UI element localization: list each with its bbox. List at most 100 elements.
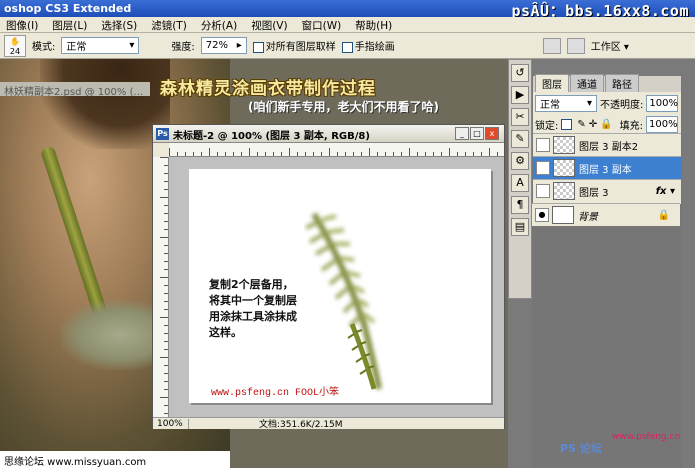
workspace-button[interactable]: 工作区 ▾ xyxy=(591,38,629,53)
clone-source-icon[interactable]: ⚙ xyxy=(511,152,529,170)
ruler-tick xyxy=(305,152,306,156)
ruler-tick xyxy=(164,293,168,294)
ruler-tick xyxy=(289,148,290,156)
vertical-ruler[interactable] xyxy=(153,157,169,417)
ruler-tick xyxy=(233,152,234,156)
strength-input[interactable]: 72% ▸ xyxy=(200,37,247,54)
background-document-tab[interactable]: 林妖精副本2.psd @ 100% (... xyxy=(0,82,150,96)
fx-icon[interactable]: fx ▾ xyxy=(656,186,675,197)
actions-icon[interactable]: ▶ xyxy=(511,86,529,104)
ruler-tick xyxy=(164,373,168,374)
footer-url: www.psfeng.cn xyxy=(612,432,681,442)
ruler-tick xyxy=(241,152,242,156)
ruler-tick xyxy=(417,152,418,156)
ruler-tick xyxy=(164,269,168,270)
ruler-tick xyxy=(164,341,168,342)
layer-name: 背景 xyxy=(578,211,598,223)
paragraph-icon[interactable]: ¶ xyxy=(511,196,529,214)
lock-position-icon[interactable]: ✛ xyxy=(589,119,597,130)
brushes-icon[interactable]: ✎ xyxy=(511,130,529,148)
ruler-tick xyxy=(164,189,168,190)
file-info[interactable]: 文档:351.6K/2.15M xyxy=(259,417,343,430)
layer-blend-row: 正常 ▾ 不透明度: 100% xyxy=(535,95,679,112)
layer-row-background[interactable]: ● 背景 🔒 xyxy=(532,203,680,226)
menu-image[interactable]: 图像(I) xyxy=(6,18,38,32)
document-viewport[interactable]: 复制2个层备用， 将其中一个复制层 用涂抹工具涂抹成 这样。 www.psfen… xyxy=(169,157,504,417)
bridge-icon[interactable] xyxy=(542,37,561,54)
history-icon[interactable]: ↺ xyxy=(511,64,529,82)
ruler-tick xyxy=(164,349,168,350)
menu-window[interactable]: 窗口(W) xyxy=(302,18,342,32)
palette-well-icon[interactable] xyxy=(566,37,585,54)
menu-filter[interactable]: 滤镜(T) xyxy=(151,18,187,32)
fill-input[interactable]: 100% xyxy=(645,116,678,133)
close-button[interactable]: x xyxy=(485,127,499,140)
ruler-tick xyxy=(257,152,258,156)
document-title-bar[interactable]: 未标题-2 @ 100% (图层 3 副本, RGB/8) xyxy=(153,125,504,143)
horizontal-ruler[interactable] xyxy=(169,143,504,157)
ruler-tick xyxy=(457,152,458,156)
ruler-tick xyxy=(169,148,170,156)
opacity-label: 不透明度: xyxy=(600,100,644,111)
minimize-button[interactable]: _ xyxy=(455,127,469,140)
ruler-tick xyxy=(313,152,314,156)
ruler-tick xyxy=(441,152,442,156)
ruler-tick xyxy=(489,148,490,156)
menu-view[interactable]: 视图(V) xyxy=(251,18,287,32)
lock-image-icon[interactable]: ✎ xyxy=(577,119,585,130)
menu-help[interactable]: 帮助(H) xyxy=(355,18,392,32)
chevron-right-icon: ▸ xyxy=(236,40,242,51)
eye-icon[interactable]: ● xyxy=(536,161,550,175)
blend-mode-select[interactable]: 正常 ▾ xyxy=(535,95,597,112)
visibility-toggle[interactable] xyxy=(536,138,550,152)
panel-scrollbar[interactable] xyxy=(682,59,695,468)
ruler-tick xyxy=(497,152,498,156)
tab-paths[interactable]: 路径 xyxy=(605,74,639,92)
fill-value: 100% xyxy=(648,119,678,130)
opacity-input[interactable]: 100% xyxy=(646,95,679,112)
fill-label: 填充: xyxy=(619,121,643,132)
brush-preset-picker[interactable]: ✋ 24 xyxy=(4,34,26,57)
tab-channels[interactable]: 通道 xyxy=(570,74,604,92)
ruler-tick xyxy=(481,152,482,156)
ruler-tick xyxy=(377,152,378,156)
character-icon[interactable]: A xyxy=(511,174,529,192)
lock-all-icon[interactable]: 🔒 xyxy=(600,119,612,130)
finger-paint-label: 手指绘画 xyxy=(354,42,395,53)
lock-transparency-icon[interactable] xyxy=(561,119,573,130)
ruler-tick xyxy=(473,152,474,156)
document-window[interactable]: 未标题-2 @ 100% (图层 3 副本, RGB/8) Ps _ □ x 复… xyxy=(152,124,505,430)
ruler-tick xyxy=(193,152,194,156)
sample-all-layers-checkbox[interactable]: 对所有图层取样 xyxy=(252,38,336,53)
ruler-tick xyxy=(164,245,168,246)
ruler-tick xyxy=(217,152,218,156)
menu-select[interactable]: 选择(S) xyxy=(101,18,137,32)
eye-icon[interactable]: ● xyxy=(535,208,549,222)
zoom-level[interactable]: 100% xyxy=(153,418,189,429)
menu-layer[interactable]: 图层(L) xyxy=(52,18,87,32)
brush-size: 24 xyxy=(9,46,21,56)
layer-name: 图层 3 副本2 xyxy=(579,141,639,153)
finger-paint-checkbox[interactable]: 手指绘画 xyxy=(341,38,395,53)
footer-watermark: 思缘论坛 www.missyuan.com xyxy=(0,451,230,468)
mode-value: 正常 xyxy=(66,42,87,53)
lock-label: 锁定: xyxy=(535,121,559,132)
chevron-down-icon: ▾ xyxy=(129,40,135,51)
mode-select[interactable]: 正常 ▾ xyxy=(61,37,140,54)
ruler-tick xyxy=(160,357,168,358)
layer-row[interactable]: 图层 3 fx ▾ xyxy=(533,179,681,202)
ruler-tick xyxy=(329,148,330,156)
ruler-tick xyxy=(160,397,168,398)
layer-row-selected[interactable]: ● 图层 3 副本 xyxy=(533,156,681,179)
ruler-tick xyxy=(409,148,410,156)
layer-row[interactable]: 图层 3 副本2 xyxy=(533,133,681,156)
ruler-tick xyxy=(185,152,186,156)
canvas-artboard[interactable]: 复制2个层备用， 将其中一个复制层 用涂抹工具涂抹成 这样。 www.psfen… xyxy=(189,169,491,403)
maximize-button[interactable]: □ xyxy=(470,127,484,140)
ruler-tick xyxy=(321,152,322,156)
visibility-toggle[interactable] xyxy=(536,184,550,198)
tool-presets-icon[interactable]: ✂ xyxy=(511,108,529,126)
layer-comps-icon[interactable]: ▤ xyxy=(511,218,529,236)
menu-analysis[interactable]: 分析(A) xyxy=(201,18,237,32)
tab-layers[interactable]: 图层 xyxy=(535,74,569,92)
